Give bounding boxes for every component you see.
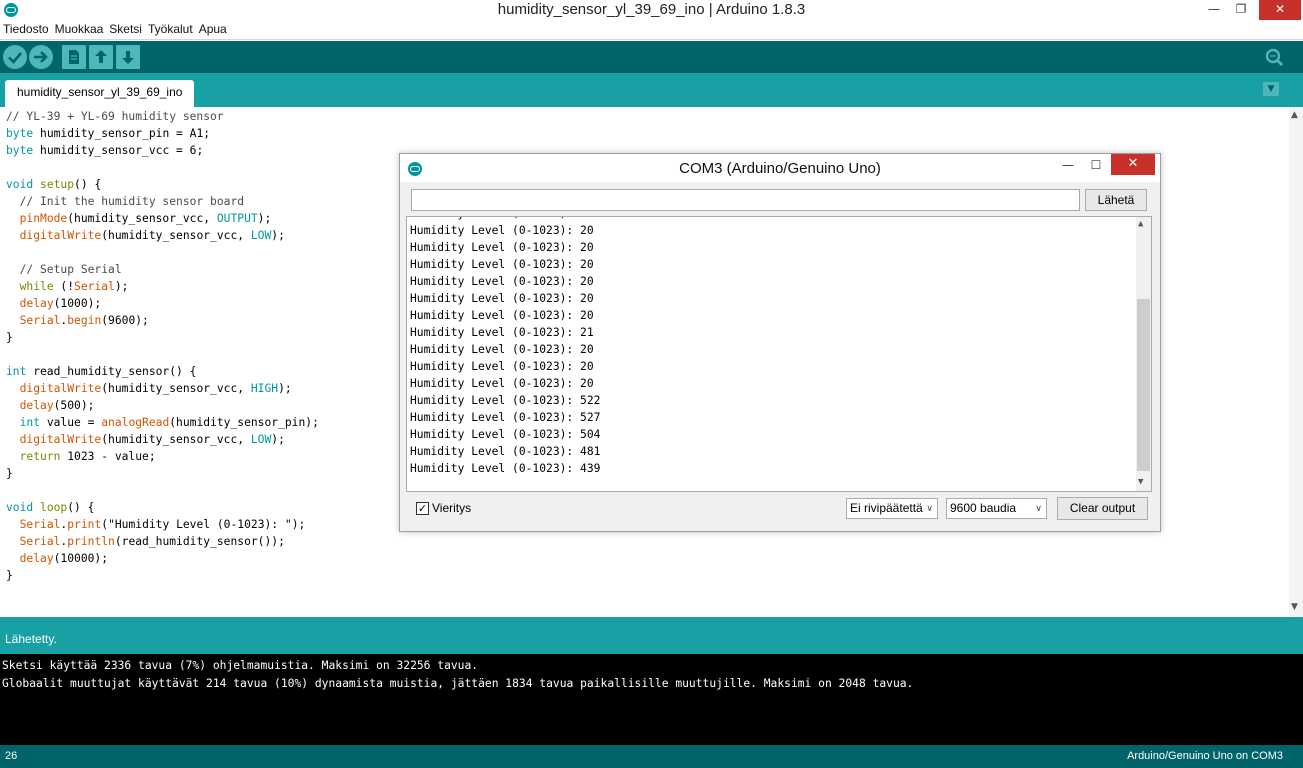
minimize-icon[interactable]: —	[1199, 0, 1229, 20]
serial-line: Humidity Level (0-1023): 20	[410, 241, 594, 254]
status-bar: Lähetetty.	[0, 622, 1303, 654]
code-line: void setup() {	[6, 178, 102, 191]
code-line: byte humidity_sensor_vcc = 6;	[6, 144, 204, 157]
code-line: }	[6, 569, 13, 582]
send-button[interactable]: Lähetä	[1085, 189, 1147, 211]
code-line: }	[6, 467, 13, 480]
serial-title-bar: COM3 (Arduino/Genuino Uno) — ☐ ✕	[400, 154, 1160, 182]
chevron-down-icon: ∨	[1035, 503, 1042, 513]
code-line: digitalWrite(humidity_sensor_vcc, LOW);	[19, 229, 285, 242]
menu-file[interactable]: Tiedosto	[0, 20, 52, 36]
board-info: Arduino/Genuino Uno on COM3	[1127, 750, 1283, 762]
baud-rate-value: 9600 baudia	[950, 501, 1017, 515]
serial-line: Humidity Level (0-1023): 527	[410, 411, 601, 424]
verify-icon[interactable]	[3, 45, 27, 69]
code-line: digitalWrite(humidity_sensor_vcc, LOW);	[19, 433, 285, 446]
console-line: Globaalit muuttujat käyttävät 214 tavua …	[2, 677, 914, 690]
code-line: pinMode(humidity_sensor_vcc, OUTPUT);	[19, 212, 272, 225]
maximize-icon[interactable]: ☐	[1083, 156, 1109, 176]
code-line: }	[6, 331, 13, 344]
scroll-up-icon[interactable]: ▲	[1138, 219, 1143, 229]
serial-line: Humidity Level (0-1023): 522	[410, 394, 601, 407]
scroll-up-icon[interactable]: ▲	[1291, 110, 1298, 120]
menu-help[interactable]: Apua	[196, 20, 230, 36]
close-icon[interactable]: ✕	[1111, 154, 1155, 175]
code-line: // Setup Serial	[6, 263, 122, 276]
menu-sketch[interactable]: Sketsi	[106, 20, 145, 36]
serial-scrollbar[interactable]: ▲ ▼	[1136, 217, 1151, 491]
serial-line: Humidity Level (0-1023): 20	[410, 309, 594, 322]
scroll-down-icon[interactable]: ▼	[1138, 477, 1143, 487]
serial-line: Humidity Level (0-1023): 21	[410, 326, 594, 339]
minimize-icon[interactable]: —	[1055, 156, 1081, 176]
menu-bar: Tiedosto Muokkaa Sketsi Työkalut Apua	[0, 20, 1303, 40]
serial-line: Humidity Level (0-1023): 20	[410, 292, 594, 305]
code-line: delay(1000);	[19, 297, 102, 310]
serial-send-input[interactable]	[411, 189, 1080, 211]
tab-menu-arrow-icon[interactable]: ▼	[1263, 82, 1279, 96]
code-line: Serial.println(read_humidity_sensor());	[19, 535, 285, 548]
code-line: Serial.print("Humidity Level (0-1023): "…	[19, 518, 306, 531]
serial-line: Humidity Level (0-1023): 20	[410, 224, 594, 237]
serial-monitor-window: COM3 (Arduino/Genuino Uno) — ☐ ✕ Lähetä …	[399, 153, 1161, 532]
code-line: // YL-39 + YL-69 humidity sensor	[6, 110, 224, 123]
clear-output-button[interactable]: Clear output	[1057, 497, 1148, 520]
toolbar	[0, 41, 1303, 73]
scroll-down-icon[interactable]: ▼	[1291, 602, 1298, 612]
serial-line: Humidity Level (0-1023): 20	[410, 377, 594, 390]
console-output: Sketsi käyttää 2336 tavua (7%) ohjelmamu…	[0, 654, 1303, 745]
serial-line: Humidity Level (0-1023): 439	[410, 462, 601, 475]
new-icon[interactable]	[62, 45, 86, 69]
baud-rate-select[interactable]: 9600 baudia ∨	[946, 498, 1047, 519]
autoscroll-label: Vieritys	[432, 501, 472, 515]
line-ending-select[interactable]: Ei rivipäätettä ∨	[846, 498, 938, 519]
menu-edit[interactable]: Muokkaa	[52, 20, 107, 36]
code-line: byte humidity_sensor_pin = A1;	[6, 127, 211, 140]
footer-bar: 26 Arduino/Genuino Uno on COM3	[0, 745, 1303, 768]
serial-line: Humidity Level (0-1023): 504	[410, 428, 601, 441]
menu-tools[interactable]: Työkalut	[145, 20, 196, 36]
tab-bar: humidity_sensor_yl_39_69_ino ▼	[0, 73, 1303, 107]
code-line: void loop() {	[6, 501, 95, 514]
serial-output[interactable]: Humidity Level (0-1023): 20 Humidity Lev…	[406, 216, 1152, 492]
restore-icon[interactable]: ❐	[1226, 0, 1256, 20]
serial-monitor-icon[interactable]	[1262, 45, 1286, 69]
code-line: int value = analogRead(humidity_sensor_p…	[19, 416, 319, 429]
window-title: humidity_sensor_yl_39_69_ino | Arduino 1…	[497, 1, 806, 18]
title-bar: humidity_sensor_yl_39_69_ino | Arduino 1…	[0, 0, 1303, 20]
autoscroll-checkbox[interactable]: ✓	[416, 502, 429, 515]
scrollbar-thumb[interactable]	[1137, 299, 1150, 471]
code-line: delay(10000);	[19, 552, 109, 565]
open-icon[interactable]	[89, 45, 113, 69]
serial-window-title: COM3 (Arduino/Genuino Uno)	[679, 160, 881, 177]
status-message: Lähetetty.	[5, 632, 57, 646]
code-line: delay(500);	[19, 399, 95, 412]
line-number: 26	[5, 750, 18, 762]
code-line: digitalWrite(humidity_sensor_vcc, HIGH);	[19, 382, 292, 395]
close-icon[interactable]: ✕	[1259, 0, 1301, 20]
serial-line: Humidity Level (0-1023): 481	[410, 445, 601, 458]
editor-scrollbar[interactable]: ▲ ▼	[1289, 107, 1303, 617]
code-line: Serial.begin(9600);	[19, 314, 149, 327]
console-line: Sketsi käyttää 2336 tavua (7%) ohjelmamu…	[2, 659, 479, 672]
serial-line: Humidity Level (0-1023): 20	[410, 258, 594, 271]
line-ending-value: Ei rivipäätettä	[850, 501, 923, 515]
code-line: while (!Serial);	[19, 280, 129, 293]
code-line: // Init the humidity sensor board	[6, 195, 245, 208]
save-icon[interactable]	[116, 45, 140, 69]
upload-icon[interactable]	[29, 45, 53, 69]
serial-line: Humidity Level (0-1023): 20	[410, 275, 594, 288]
code-line: return 1023 - value;	[19, 450, 156, 463]
chevron-down-icon: ∨	[926, 503, 933, 513]
code-line: int read_humidity_sensor() {	[6, 365, 197, 378]
serial-line: Humidity Level (0-1023): 20	[410, 343, 594, 356]
serial-line: Humidity Level (0-1023): 20	[410, 360, 594, 373]
tab-sketch[interactable]: humidity_sensor_yl_39_69_ino	[5, 80, 195, 107]
